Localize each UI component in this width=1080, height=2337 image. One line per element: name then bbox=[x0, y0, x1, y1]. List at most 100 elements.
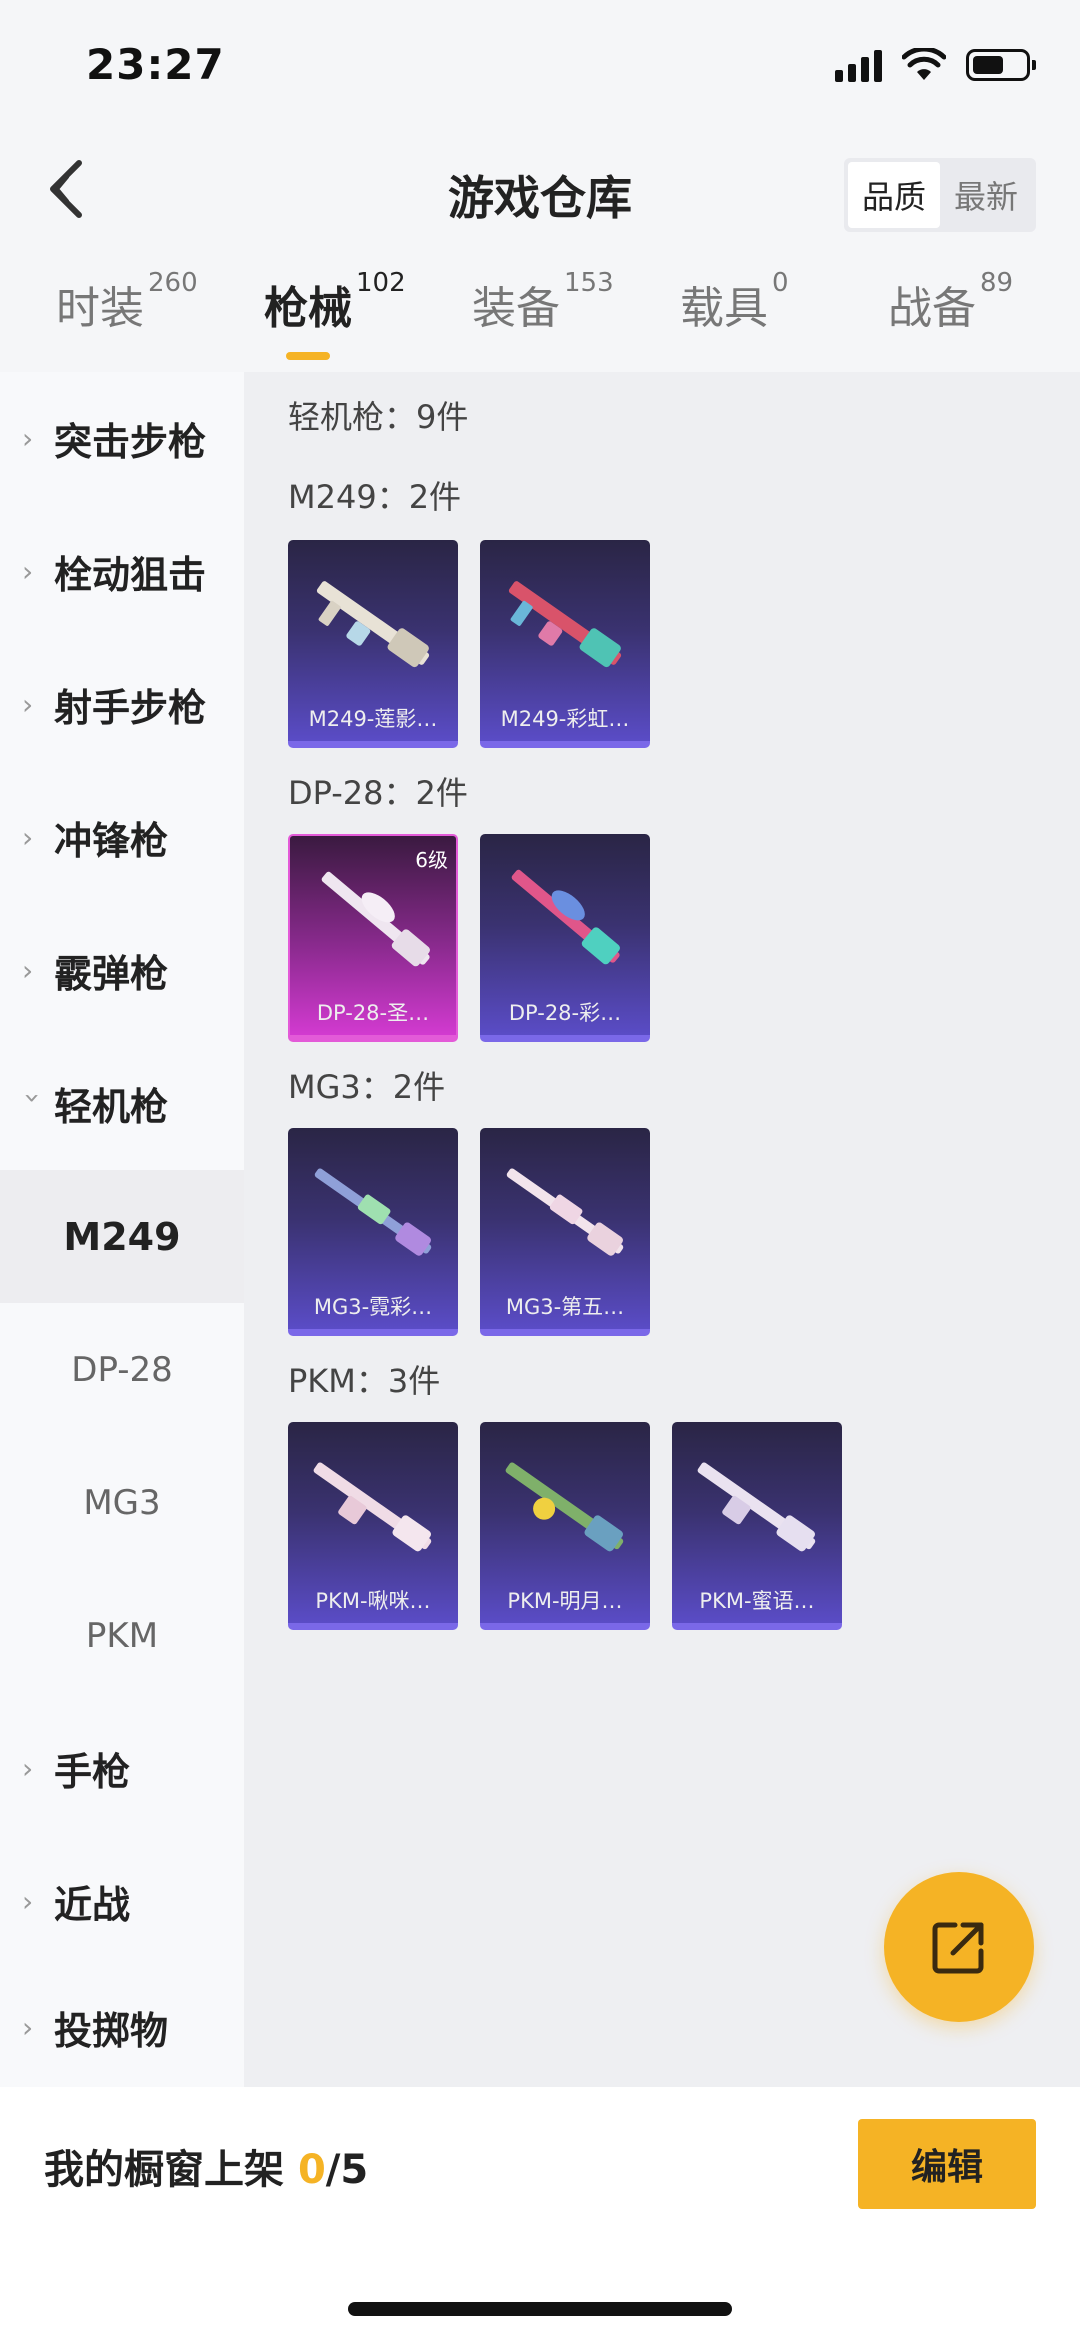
sidebar-item-assault-rifle[interactable]: › 突击步枪 bbox=[0, 372, 244, 505]
share-fab-button[interactable] bbox=[884, 1872, 1034, 2022]
showcase-bar: 我的橱窗上架 0/5 编辑 bbox=[0, 2087, 1080, 2337]
item-name: PKM-蜜语… bbox=[699, 1589, 815, 1613]
category-total: 轻机枪：9件 bbox=[288, 398, 469, 436]
chevron-right-icon: › bbox=[22, 422, 34, 455]
item-name: DP-28-彩… bbox=[508, 1001, 622, 1025]
home-indicator bbox=[348, 2302, 732, 2316]
sidebar-item-label: 手枪 bbox=[54, 1750, 131, 1794]
tab-count: 89 bbox=[980, 268, 1014, 298]
sidebar-subitem-m249[interactable]: M249 bbox=[0, 1170, 244, 1303]
share-icon bbox=[932, 1922, 984, 1974]
item-grid-panel: 轻机枪：9件 M249：2件 M249-莲影… M249-彩虹… DP-28：2… bbox=[244, 372, 1080, 2087]
tab-label: 战备 bbox=[888, 283, 976, 334]
tab-count: 0 bbox=[772, 268, 789, 298]
sidebar-item-label: 射手步枪 bbox=[54, 686, 207, 730]
sidebar-subitem-pkm[interactable]: PKM bbox=[0, 1569, 244, 1702]
item-card[interactable]: 6级 DP-28-圣… bbox=[288, 834, 458, 1042]
sidebar-item-label: 投掷物 bbox=[54, 2009, 169, 2053]
gun-skin-image bbox=[313, 1462, 432, 1552]
category-tabs: 时装 260 枪械 102 装备 153 载具 0 战备 89 bbox=[0, 268, 1080, 372]
item-card[interactable]: M249-莲影… bbox=[288, 540, 458, 748]
item-card[interactable]: PKM-啾咪… bbox=[288, 1422, 458, 1630]
item-name: MG3-霓彩… bbox=[313, 1295, 433, 1319]
tab-label: 时装 bbox=[56, 283, 144, 334]
sidebar-item-label: 突击步枪 bbox=[54, 420, 207, 464]
tab-label: 载具 bbox=[680, 283, 768, 334]
sidebar-item-smg[interactable]: › 冲锋枪 bbox=[0, 771, 244, 904]
signal-icon bbox=[835, 48, 882, 82]
chevron-right-icon: › bbox=[22, 821, 34, 854]
gun-skin-image bbox=[316, 581, 430, 668]
tab-label: 枪械 bbox=[264, 283, 352, 334]
item-card[interactable]: MG3-霓彩… bbox=[288, 1128, 458, 1336]
item-card[interactable]: M249-彩虹… bbox=[480, 540, 650, 748]
gun-skin-image bbox=[697, 1462, 816, 1552]
showcase-label: 我的橱窗上架 0/5 bbox=[44, 2137, 368, 2195]
sort-newest-option[interactable]: 最新 bbox=[940, 162, 1032, 228]
active-tab-indicator bbox=[286, 352, 330, 360]
tab-vehicles[interactable]: 载具 0 bbox=[680, 268, 789, 336]
tab-firearms[interactable]: 枪械 102 bbox=[264, 268, 406, 336]
tab-count: 260 bbox=[148, 268, 198, 298]
sidebar-item-label: 冲锋枪 bbox=[54, 819, 169, 863]
item-card[interactable]: MG3-第五… bbox=[480, 1128, 650, 1336]
sidebar-item-label: 轻机枪 bbox=[54, 1085, 169, 1129]
edit-button[interactable]: 编辑 bbox=[858, 2119, 1036, 2209]
gun-skin-image bbox=[505, 1462, 624, 1552]
status-bar: 23:27 bbox=[0, 0, 1080, 130]
tab-count: 153 bbox=[564, 268, 614, 298]
header: 游戏仓库 品质 最新 bbox=[0, 140, 1080, 240]
item-name: MG3-第五… bbox=[505, 1295, 625, 1319]
showcase-current-count: 0 bbox=[297, 2147, 326, 2193]
item-name: M249-彩虹… bbox=[500, 707, 630, 731]
chevron-right-icon: › bbox=[22, 688, 34, 721]
group-title-pkm: PKM：3件 bbox=[288, 1362, 441, 1400]
sidebar-item-throwable[interactable]: › 投掷物 bbox=[0, 1968, 244, 2087]
gun-skin-image bbox=[321, 871, 430, 967]
tab-fashion[interactable]: 时装 260 bbox=[56, 268, 198, 336]
item-card[interactable]: PKM-蜜语… bbox=[672, 1422, 842, 1630]
sidebar-item-shotgun[interactable]: › 霰弹枪 bbox=[0, 904, 244, 1037]
item-card[interactable]: PKM-明月… bbox=[480, 1422, 650, 1630]
sidebar-item-lmg[interactable]: › 轻机枪 bbox=[0, 1037, 244, 1170]
tab-equipment[interactable]: 装备 153 bbox=[472, 268, 614, 336]
sidebar-item-marksman-rifle[interactable]: › 射手步枪 bbox=[0, 638, 244, 771]
sidebar-item-label: 近战 bbox=[54, 1883, 131, 1927]
sort-quality-option[interactable]: 品质 bbox=[847, 162, 940, 228]
sort-toggle[interactable]: 品质 最新 bbox=[843, 158, 1036, 232]
battery-icon bbox=[966, 49, 1036, 81]
group-title-m249: M249：2件 bbox=[288, 478, 462, 516]
status-icons bbox=[835, 48, 1036, 82]
chevron-right-icon: › bbox=[22, 1885, 34, 1918]
chevron-right-icon: › bbox=[22, 1752, 34, 1785]
item-name: M249-莲影… bbox=[308, 707, 438, 731]
chevron-right-icon: › bbox=[22, 555, 34, 588]
status-time: 23:27 bbox=[86, 40, 225, 89]
sidebar: › 突击步枪 › 栓动狙击 › 射手步枪 › 冲锋枪 › 霰弹枪 › 轻机枪 M… bbox=[0, 372, 244, 2087]
gun-skin-image bbox=[314, 1168, 432, 1256]
sidebar-item-label: 栓动狙击 bbox=[54, 553, 207, 597]
sidebar-item-label: 霰弹枪 bbox=[54, 952, 169, 996]
gun-skin-image bbox=[506, 1168, 624, 1256]
group-title-mg3: MG3：2件 bbox=[288, 1068, 446, 1106]
sidebar-item-bolt-sniper[interactable]: › 栓动狙击 bbox=[0, 505, 244, 638]
chevron-right-icon: › bbox=[22, 2011, 34, 2044]
sidebar-subitem-mg3[interactable]: MG3 bbox=[0, 1436, 244, 1569]
wifi-icon bbox=[902, 48, 946, 80]
tab-supplies[interactable]: 战备 89 bbox=[888, 268, 1013, 336]
item-name: PKM-啾咪… bbox=[315, 1589, 431, 1613]
sidebar-subitem-dp28[interactable]: DP-28 bbox=[0, 1303, 244, 1436]
sidebar-item-melee[interactable]: › 近战 bbox=[0, 1835, 244, 1968]
gun-skin-image bbox=[508, 581, 622, 668]
chevron-right-icon: › bbox=[22, 954, 34, 987]
item-name: DP-28-圣… bbox=[316, 1001, 430, 1025]
tab-count: 102 bbox=[356, 268, 406, 298]
tab-label: 装备 bbox=[472, 283, 560, 334]
group-title-dp28: DP-28：2件 bbox=[288, 774, 468, 812]
gun-skin-image bbox=[511, 869, 620, 965]
item-name: PKM-明月… bbox=[507, 1589, 623, 1613]
sidebar-item-pistol[interactable]: › 手枪 bbox=[0, 1702, 244, 1835]
item-card[interactable]: DP-28-彩… bbox=[480, 834, 650, 1042]
chevron-down-icon: › bbox=[16, 1092, 50, 1104]
showcase-text: 我的橱窗上架 bbox=[44, 2147, 298, 2193]
